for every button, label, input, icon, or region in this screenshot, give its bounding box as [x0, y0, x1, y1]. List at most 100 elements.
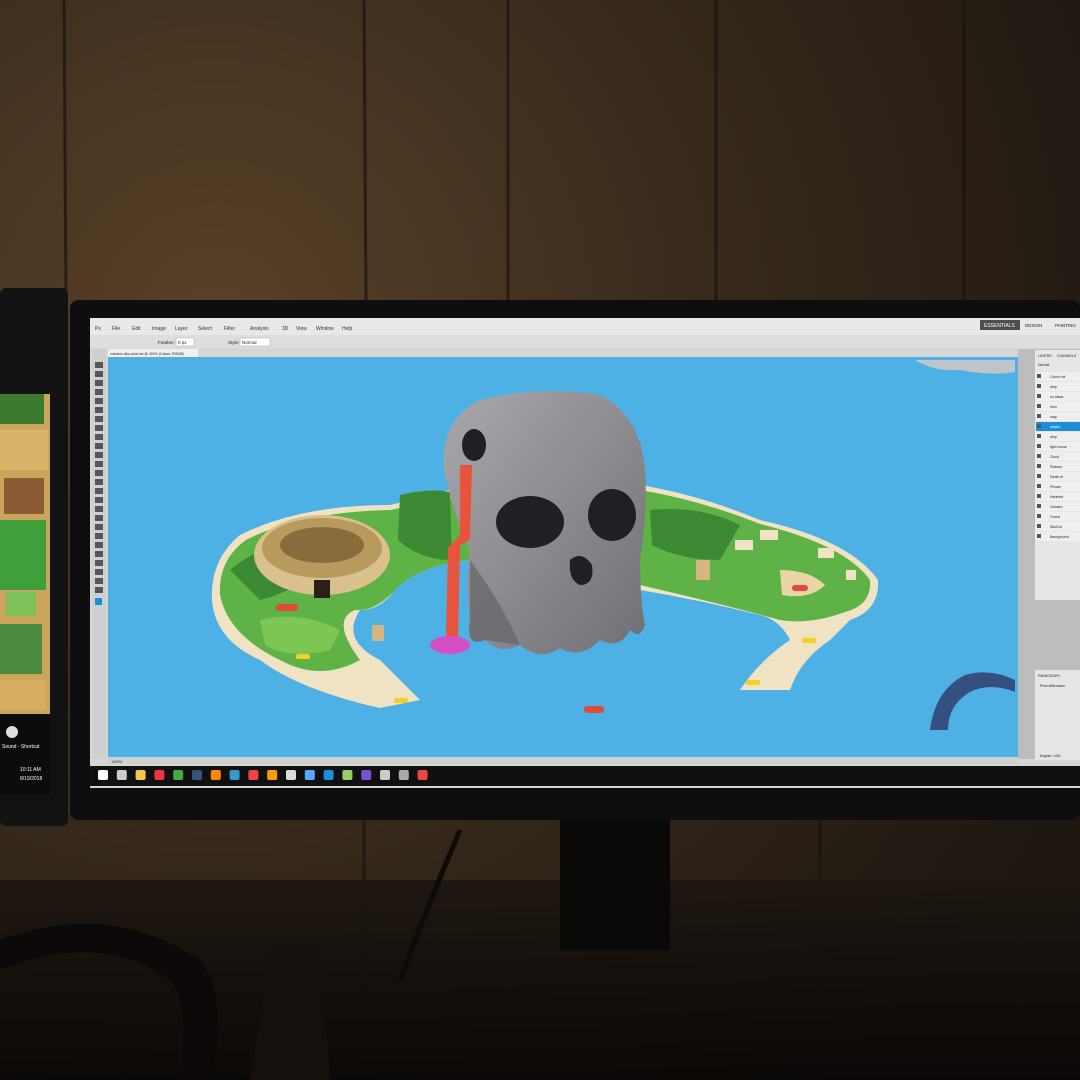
- paragraph-tab[interactable]: PARAGRAPH: [1038, 674, 1060, 678]
- eye-icon[interactable]: [1037, 494, 1041, 498]
- layer-name: hero: [1050, 405, 1057, 409]
- layer-row[interactable]: [1036, 402, 1080, 411]
- status-zoom[interactable]: 400%: [112, 759, 123, 764]
- eye-icon[interactable]: [1037, 394, 1041, 398]
- menu-view[interactable]: View: [296, 326, 307, 332]
- tool-icon[interactable]: [95, 578, 103, 584]
- tool-icon[interactable]: [95, 425, 103, 431]
- eye-icon[interactable]: [1037, 504, 1041, 508]
- eye-icon[interactable]: [1037, 474, 1041, 478]
- tool-icon[interactable]: [95, 434, 103, 440]
- foreground-color-swatch[interactable]: [95, 598, 102, 605]
- menu-analysis[interactable]: Analysis: [250, 326, 269, 332]
- tool-icon[interactable]: [95, 497, 103, 503]
- layer-name: no ideas: [1050, 395, 1063, 399]
- layer-row[interactable]: [1036, 432, 1080, 441]
- tool-icon[interactable]: [95, 524, 103, 530]
- tool-icon[interactable]: [95, 389, 103, 395]
- layer-name: Haunted: [1050, 495, 1063, 499]
- document-tab-label: volcanic dino pixel art @ 400% (Colour, …: [110, 352, 184, 356]
- sound-shortcut-icon[interactable]: [6, 726, 18, 738]
- blend-mode[interactable]: Normal: [1038, 363, 1050, 367]
- menu-image[interactable]: Image: [152, 326, 166, 332]
- eye-icon[interactable]: [1037, 424, 1041, 428]
- eye-icon[interactable]: [1037, 464, 1041, 468]
- ps-logo-icon: Ps: [95, 326, 101, 332]
- layers-tab[interactable]: LAYERS: [1038, 354, 1052, 358]
- eye-icon[interactable]: [1037, 484, 1041, 488]
- menu-3d[interactable]: 3D: [282, 326, 289, 332]
- notepad-icon[interactable]: [342, 770, 353, 780]
- app-icon[interactable]: [192, 770, 202, 780]
- file-explorer-icon[interactable]: [135, 770, 146, 780]
- tool-icon[interactable]: [95, 479, 103, 485]
- menu-help[interactable]: Help: [342, 326, 353, 332]
- tool-icon[interactable]: [95, 452, 103, 458]
- app-icon[interactable]: [229, 770, 240, 780]
- menu-window[interactable]: Window: [316, 326, 334, 332]
- tool-icon[interactable]: [95, 371, 103, 377]
- tool-icon[interactable]: [95, 407, 103, 413]
- layer-name: Forest: [1050, 515, 1060, 519]
- tool-icon[interactable]: [95, 443, 103, 449]
- vlc-icon[interactable]: [267, 770, 278, 780]
- tool-icon[interactable]: [95, 506, 103, 512]
- menu-file[interactable]: File: [112, 326, 120, 332]
- language-select[interactable]: English: USA: [1040, 754, 1061, 758]
- font-name[interactable]: Pixel Millennium: [1040, 684, 1065, 688]
- photoshop-icon[interactable]: [323, 770, 334, 780]
- workspace-painting-label[interactable]: PAINTING: [1055, 323, 1076, 328]
- tool-icon[interactable]: [95, 569, 103, 575]
- app-icon[interactable]: [286, 770, 296, 780]
- layer-row[interactable]: [1036, 382, 1080, 391]
- tool-icon[interactable]: [95, 461, 103, 467]
- steam-icon[interactable]: [398, 770, 409, 780]
- tool-icon[interactable]: [95, 470, 103, 476]
- eye-icon[interactable]: [1037, 414, 1041, 418]
- app-icon[interactable]: [248, 770, 259, 780]
- tool-icon[interactable]: [95, 416, 103, 422]
- tool-icon[interactable]: [95, 551, 103, 557]
- channels-tab[interactable]: CHANNELS: [1057, 354, 1077, 358]
- menu-filter[interactable]: Filter: [224, 326, 235, 332]
- chrome-icon[interactable]: [173, 770, 184, 780]
- task-view-icon[interactable]: [116, 770, 127, 780]
- tool-icon[interactable]: [95, 533, 103, 539]
- tool-icon[interactable]: [95, 380, 103, 386]
- eye-icon[interactable]: [1037, 434, 1041, 438]
- app-icon[interactable]: [304, 770, 315, 780]
- chrome-icon[interactable]: [154, 770, 165, 780]
- tool-icon[interactable]: [95, 398, 103, 404]
- tool-icon[interactable]: [95, 587, 103, 593]
- eye-icon[interactable]: [1037, 514, 1041, 518]
- tool-icon[interactable]: [95, 542, 103, 548]
- tool-icon[interactable]: [95, 362, 103, 368]
- workspace-design-label[interactable]: DESIGN: [1025, 323, 1042, 328]
- eye-icon[interactable]: [1037, 374, 1041, 378]
- eye-icon[interactable]: [1037, 534, 1041, 538]
- layer-name: Plateau: [1050, 465, 1062, 469]
- workspace-essentials-label: ESSENTIALS: [984, 323, 1016, 329]
- eye-icon[interactable]: [1037, 384, 1041, 388]
- layer-name: Private: [1050, 485, 1061, 489]
- menu-layer[interactable]: Layer: [175, 326, 188, 332]
- paint-icon[interactable]: [210, 770, 221, 780]
- start-icon[interactable]: [98, 770, 108, 780]
- eye-icon[interactable]: [1037, 404, 1041, 408]
- obs-icon[interactable]: [380, 770, 390, 780]
- visual-studio-icon[interactable]: [361, 770, 372, 780]
- menu-select[interactable]: Select: [198, 326, 213, 332]
- taskbar-time: 10:11 AM: [20, 767, 41, 773]
- feather-value: 0 px: [178, 340, 187, 345]
- layer-row[interactable]: [1036, 412, 1080, 421]
- desktop-icon-label[interactable]: Sound - Shortcut: [2, 744, 40, 750]
- tool-icon[interactable]: [95, 515, 103, 521]
- eye-icon[interactable]: [1037, 524, 1041, 528]
- layer-name: Background: [1050, 535, 1069, 539]
- eye-icon[interactable]: [1037, 444, 1041, 448]
- tool-icon[interactable]: [95, 560, 103, 566]
- eye-icon[interactable]: [1037, 454, 1041, 458]
- tool-icon[interactable]: [95, 488, 103, 494]
- app-icon[interactable]: [417, 770, 428, 780]
- menu-edit[interactable]: Edit: [132, 326, 141, 332]
